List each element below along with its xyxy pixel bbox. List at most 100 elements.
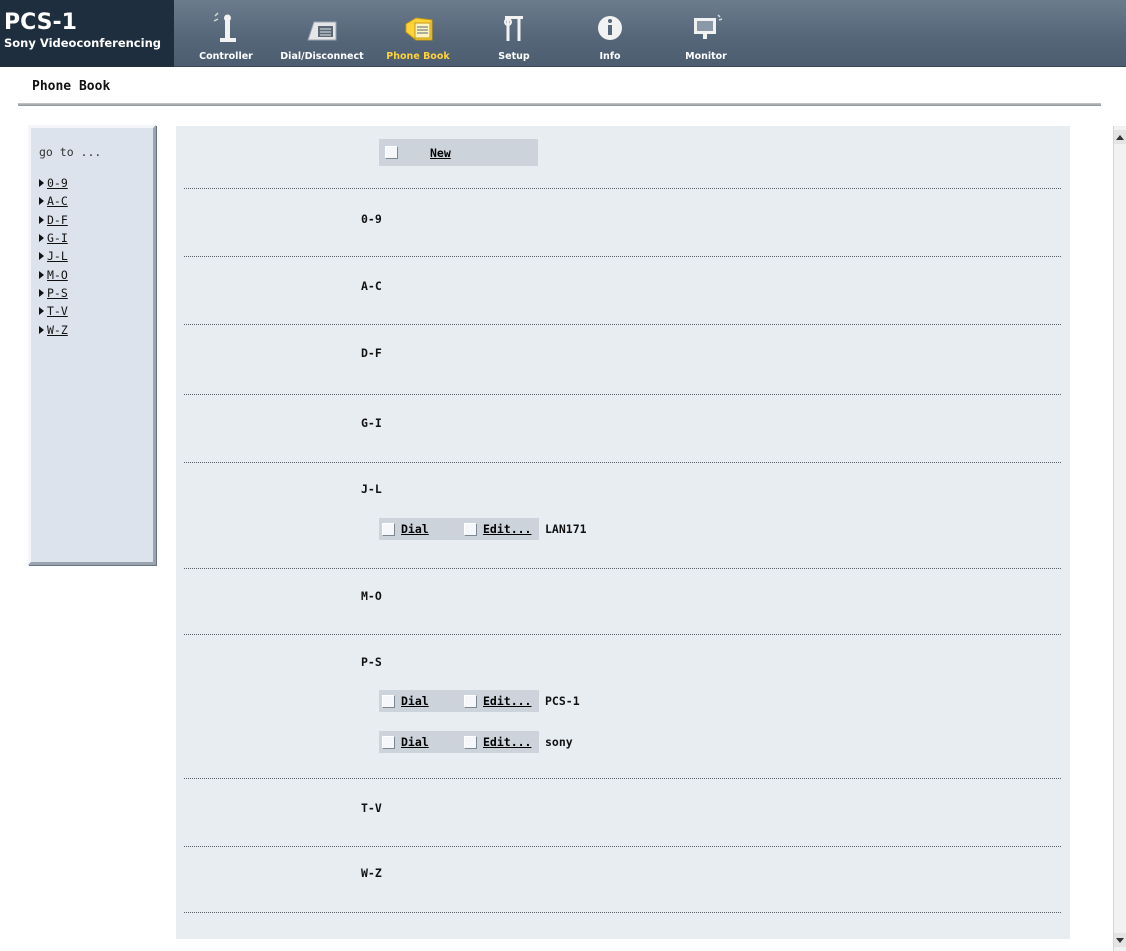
nav-monitor[interactable]: Monitor: [658, 0, 754, 67]
edit-group: Edit...: [461, 731, 539, 753]
edit-group: Edit...: [461, 690, 539, 712]
triangle-right-icon: [39, 215, 44, 224]
goto-item: D-F: [39, 211, 68, 229]
entry-name: sony: [545, 735, 573, 749]
nav-info[interactable]: Info: [562, 0, 658, 67]
nav-label: Monitor: [685, 51, 727, 62]
goto-link-t-v[interactable]: T-V: [47, 304, 68, 318]
triangle-right-icon: [39, 234, 44, 243]
goto-item: M-O: [39, 265, 68, 283]
brand: PCS-1 Sony Videoconferencing: [0, 0, 174, 67]
phone-book-icon: [405, 17, 433, 41]
info-icon: [598, 16, 622, 40]
nav-label: Setup: [498, 51, 530, 62]
scroll-down-button[interactable]: [1114, 933, 1126, 947]
nav-phone-book[interactable]: Phone Book: [370, 0, 466, 67]
dial-button[interactable]: Dial: [401, 735, 429, 749]
arrow-down-icon: [1116, 937, 1124, 943]
dial-button[interactable]: Dial: [401, 522, 429, 536]
section-label-0-9: 0-9: [361, 212, 382, 226]
dial-button[interactable]: Dial: [401, 694, 429, 708]
section-label-g-i: G-I: [361, 416, 382, 430]
scroll-up-button[interactable]: [1114, 130, 1126, 144]
phone-book-entry: Dial Edit... LAN171: [379, 518, 587, 540]
goto-link-w-z[interactable]: W-Z: [47, 323, 68, 337]
triangle-right-icon: [39, 252, 44, 261]
section-label-p-s: P-S: [361, 655, 382, 669]
section-divider: [184, 462, 1061, 463]
goto-link-d-f[interactable]: D-F: [47, 213, 68, 227]
main-nav: Controller Dial/Disconnect Phone Book Se…: [178, 0, 754, 67]
triangle-right-icon: [39, 325, 44, 334]
section-divider: [184, 634, 1061, 635]
page-title: Phone Book: [32, 79, 111, 94]
top-bar: PCS-1 Sony Videoconferencing Controller …: [0, 0, 1126, 67]
section-label-j-l: J-L: [361, 482, 382, 496]
dial-group: Dial: [379, 690, 461, 712]
dial-checkbox[interactable]: [382, 694, 395, 708]
edit-button[interactable]: Edit...: [483, 694, 531, 708]
section-label-t-v: T-V: [361, 801, 382, 815]
vertical-scrollbar[interactable]: [1113, 126, 1126, 951]
section-divider: [184, 568, 1061, 569]
dial-checkbox[interactable]: [382, 522, 395, 536]
goto-panel: go to ... 0-9 A-C D-F G-I J-L M-O P-S T-…: [28, 125, 156, 565]
edit-checkbox[interactable]: [464, 735, 477, 749]
phone-book-entry: Dial Edit... PCS-1: [379, 690, 580, 712]
nav-setup[interactable]: Setup: [466, 0, 562, 67]
section-divider: [184, 256, 1061, 257]
new-button[interactable]: New: [430, 146, 451, 160]
section-divider: [184, 778, 1061, 779]
title-divider: [18, 103, 1101, 106]
phone-book-content: New 0-9 A-C D-F G-I J-L Dial Edit... LAN…: [176, 126, 1070, 939]
edit-button[interactable]: Edit...: [483, 522, 531, 536]
edit-button[interactable]: Edit...: [483, 735, 531, 749]
section-divider: [184, 912, 1061, 913]
section-label-w-z: W-Z: [361, 866, 382, 880]
new-checkbox[interactable]: [385, 146, 398, 159]
goto-link-a-c[interactable]: A-C: [47, 194, 68, 208]
goto-link-m-o[interactable]: M-O: [47, 268, 68, 282]
goto-item: W-Z: [39, 320, 68, 338]
entry-name: PCS-1: [545, 694, 580, 708]
nav-label: Phone Book: [386, 51, 450, 62]
triangle-right-icon: [39, 307, 44, 316]
edit-checkbox[interactable]: [464, 694, 477, 708]
goto-link-j-l[interactable]: J-L: [47, 249, 68, 263]
triangle-right-icon: [39, 179, 44, 188]
phone-book-entry: Dial Edit... sony: [379, 731, 573, 753]
triangle-right-icon: [39, 270, 44, 279]
goto-link-p-s[interactable]: P-S: [47, 286, 68, 300]
goto-item: J-L: [39, 247, 68, 265]
new-entry-row: New: [379, 139, 538, 166]
goto-item: T-V: [39, 302, 68, 320]
entry-name: LAN171: [545, 522, 587, 536]
section-label-a-c: A-C: [361, 279, 382, 293]
section-divider: [184, 188, 1061, 189]
goto-link-0-9[interactable]: 0-9: [47, 176, 68, 190]
goto-item: A-C: [39, 192, 68, 210]
goto-list: 0-9 A-C D-F G-I J-L M-O P-S T-V W-Z: [39, 174, 68, 339]
nav-dial-disconnect[interactable]: Dial/Disconnect: [274, 0, 370, 67]
section-divider: [184, 846, 1061, 847]
nav-controller[interactable]: Controller: [178, 0, 274, 67]
triangle-right-icon: [39, 288, 44, 297]
edit-group: Edit...: [461, 518, 539, 540]
nav-label: Controller: [199, 51, 253, 62]
goto-item: P-S: [39, 284, 68, 302]
edit-checkbox[interactable]: [464, 522, 477, 536]
dial-disconnect-icon: [307, 21, 337, 41]
brand-title: PCS-1: [4, 10, 77, 35]
triangle-right-icon: [39, 197, 44, 206]
section-label-m-o: M-O: [361, 589, 382, 603]
arrow-up-icon: [1116, 134, 1124, 140]
controller-icon: [213, 12, 236, 42]
nav-label: Dial/Disconnect: [280, 51, 364, 62]
dial-checkbox[interactable]: [382, 735, 395, 749]
brand-subtitle: Sony Videoconferencing: [4, 36, 161, 50]
goto-item: 0-9: [39, 174, 68, 192]
section-label-d-f: D-F: [361, 346, 382, 360]
goto-link-g-i[interactable]: G-I: [47, 231, 68, 245]
section-divider: [184, 394, 1061, 395]
dial-group: Dial: [379, 518, 461, 540]
